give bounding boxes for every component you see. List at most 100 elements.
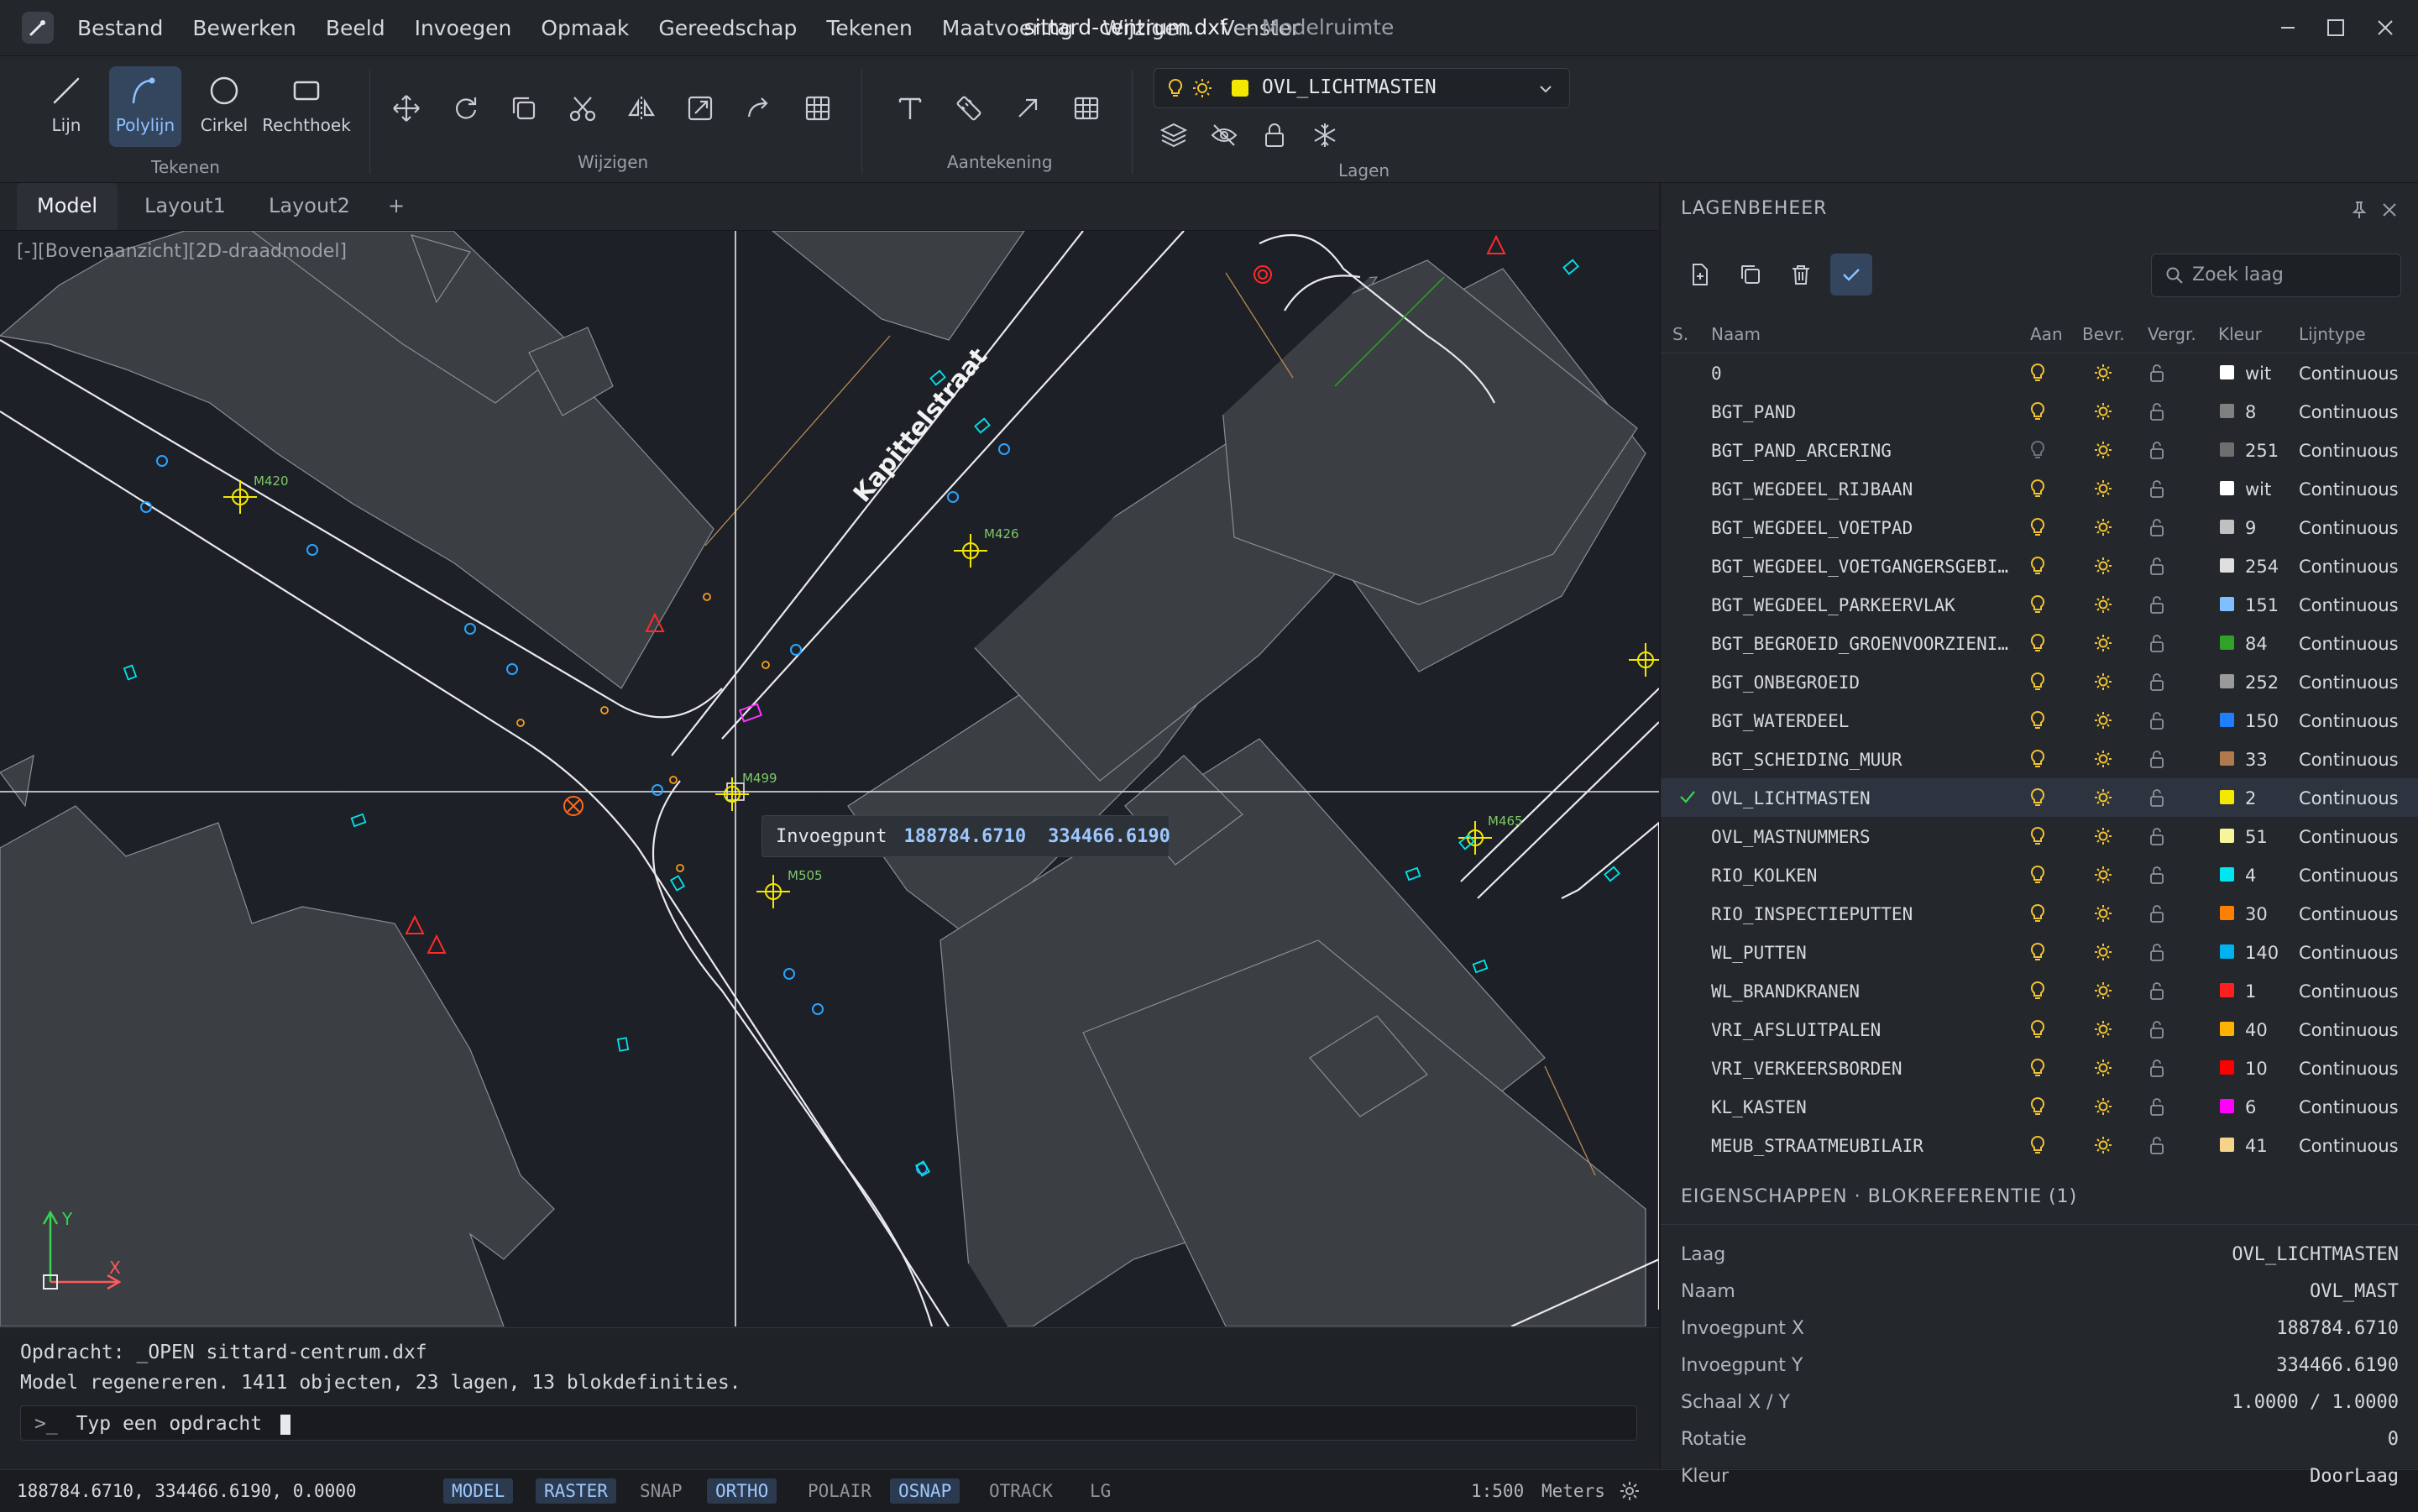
unlock-icon[interactable] [2148, 826, 2166, 850]
bulb-icon[interactable] [2028, 787, 2047, 813]
layer-freeze-button[interactable] [1306, 117, 1343, 154]
menu-tekenen[interactable]: Tekenen [826, 16, 912, 40]
bulb-icon[interactable] [2028, 478, 2047, 504]
unlock-icon[interactable] [2148, 749, 2166, 773]
bulb-icon[interactable] [2028, 1057, 2047, 1083]
sun-icon[interactable] [2092, 1096, 2114, 1122]
sun-icon[interactable] [2092, 941, 2114, 967]
set-current-layer-button[interactable] [1830, 254, 1872, 296]
table-button[interactable] [1068, 90, 1105, 127]
menu-bestand[interactable]: Bestand [77, 16, 163, 40]
bulb-icon[interactable] [2028, 1134, 2047, 1160]
layer-linetype[interactable]: Continuous [2299, 711, 2399, 731]
layer-linetype[interactable]: Continuous [2299, 827, 2399, 847]
pin-icon[interactable] [2349, 200, 2369, 220]
sun-icon[interactable] [2092, 1134, 2114, 1160]
text-button[interactable] [892, 90, 929, 127]
col-lock[interactable]: Vergr. [2148, 324, 2196, 344]
extend-button[interactable] [741, 90, 777, 127]
unlock-icon[interactable] [2148, 363, 2166, 387]
layer-row[interactable]: BGT_PAND_ARCERING 251 Continuous [1661, 431, 2418, 469]
tab-layout2[interactable]: Layout2 [249, 183, 370, 230]
unlock-icon[interactable] [2148, 633, 2166, 657]
bulb-icon[interactable] [2028, 632, 2047, 658]
dimension-button[interactable] [950, 90, 987, 127]
property-value[interactable]: DoorLaag [2310, 1466, 2399, 1487]
rotate-button[interactable] [447, 90, 484, 127]
sun-icon[interactable] [2092, 748, 2114, 774]
property-value[interactable]: 188784.6710 [2276, 1318, 2399, 1339]
unlock-icon[interactable] [2148, 556, 2166, 580]
sun-icon[interactable] [2092, 980, 2114, 1006]
menu-opmaak[interactable]: Opmaak [541, 16, 629, 40]
bulb-icon[interactable] [2028, 671, 2047, 697]
minimize-button[interactable] [2274, 13, 2302, 42]
toggle-ortho[interactable]: ORTHO [707, 1478, 777, 1504]
layer-row[interactable]: RIO_KOLKEN 4 Continuous [1661, 855, 2418, 894]
unlock-icon[interactable] [2148, 903, 2166, 928]
layer-color-swatch[interactable] [2220, 829, 2234, 843]
bulb-icon[interactable] [2028, 555, 2047, 581]
layer-color-swatch[interactable] [2220, 1060, 2234, 1075]
layer-color-swatch[interactable] [2220, 983, 2234, 997]
bulb-icon[interactable] [2028, 825, 2047, 851]
leader-button[interactable] [1009, 90, 1046, 127]
menu-maatvoering[interactable]: Maatvoering [942, 16, 1073, 40]
layer-color-swatch[interactable] [2220, 442, 2234, 457]
property-value[interactable]: 334466.6190 [2276, 1355, 2399, 1376]
unlock-icon[interactable] [2148, 787, 2166, 812]
duplicate-layer-button[interactable] [1730, 254, 1772, 296]
rectangle-tool-button[interactable]: Rechthoek [262, 66, 351, 147]
layer-linetype[interactable]: Continuous [2299, 479, 2399, 500]
circle-tool-button[interactable]: Cirkel [188, 66, 260, 147]
move-button[interactable] [388, 90, 425, 127]
delete-layer-button[interactable] [1780, 254, 1822, 296]
col-color[interactable]: Kleur [2218, 324, 2262, 344]
drawing-viewport[interactable]: Kapittelstraat M420 M426 M499 M505 M465 [0, 231, 1659, 1326]
settings-gear-icon[interactable] [1619, 1480, 1641, 1502]
col-on[interactable]: Aan [2030, 324, 2063, 344]
layer-row[interactable]: BGT_PAND 8 Continuous [1661, 392, 2418, 431]
scale-button[interactable] [682, 90, 719, 127]
tab-layout1[interactable]: Layout1 [124, 183, 246, 230]
layer-row[interactable]: VRI_VERKEERSBORDEN 10 Continuous [1661, 1049, 2418, 1087]
property-value[interactable]: OVL_LICHTMASTEN [2232, 1244, 2399, 1265]
layer-color-swatch[interactable] [2220, 481, 2234, 495]
unlock-icon[interactable] [2148, 865, 2166, 889]
sun-icon[interactable] [2092, 400, 2114, 426]
menu-beeld[interactable]: Beeld [326, 16, 385, 40]
layer-row[interactable]: BGT_WEGDEEL_RIJBAAN wit Continuous [1661, 469, 2418, 508]
layer-linetype[interactable]: Continuous [2299, 634, 2399, 654]
bulb-icon[interactable] [2028, 400, 2047, 426]
sun-icon[interactable] [2092, 555, 2114, 581]
layer-row[interactable]: BGT_WEGDEEL_PARKEERVLAK 151 Continuous [1661, 585, 2418, 624]
mirror-button[interactable] [623, 90, 660, 127]
unlock-icon[interactable] [2148, 401, 2166, 426]
layer-row[interactable]: KL_KASTEN 6 Continuous [1661, 1087, 2418, 1126]
layer-linetype[interactable]: Continuous [2299, 595, 2399, 615]
col-name[interactable]: Naam [1711, 324, 1761, 344]
layer-color-swatch[interactable] [2220, 713, 2234, 727]
menu-wijzigen[interactable]: Wijzigen [1102, 16, 1191, 40]
sun-icon[interactable] [2092, 1057, 2114, 1083]
layer-linetype[interactable]: Continuous [2299, 981, 2399, 1002]
layer-row[interactable]: BGT_WEGDEEL_VOETPAD 9 Continuous [1661, 508, 2418, 547]
layer-color-swatch[interactable] [2220, 1022, 2234, 1036]
bulb-icon[interactable] [2028, 864, 2047, 890]
drawing-units[interactable]: Meters [1541, 1481, 1605, 1501]
toggle-lg[interactable]: LG [1081, 1478, 1119, 1504]
layer-row[interactable]: BGT_WATERDEEL 150 Continuous [1661, 701, 2418, 740]
bulb-icon[interactable] [2028, 362, 2047, 388]
layer-color-swatch[interactable] [2220, 365, 2234, 379]
layer-properties-button[interactable] [1155, 117, 1192, 154]
add-tab-button[interactable]: + [368, 183, 425, 230]
layer-color-swatch[interactable] [2220, 906, 2234, 920]
layer-linetype[interactable]: Continuous [2299, 1097, 2399, 1117]
bulb-icon[interactable] [2028, 439, 2047, 465]
unlock-icon[interactable] [2148, 981, 2166, 1005]
sun-icon[interactable] [2092, 594, 2114, 620]
unlock-icon[interactable] [2148, 517, 2166, 541]
sun-icon[interactable] [2092, 632, 2114, 658]
layer-lock-button[interactable] [1256, 117, 1293, 154]
layer-row[interactable]: OVL_MASTNUMMERS 51 Continuous [1661, 817, 2418, 855]
